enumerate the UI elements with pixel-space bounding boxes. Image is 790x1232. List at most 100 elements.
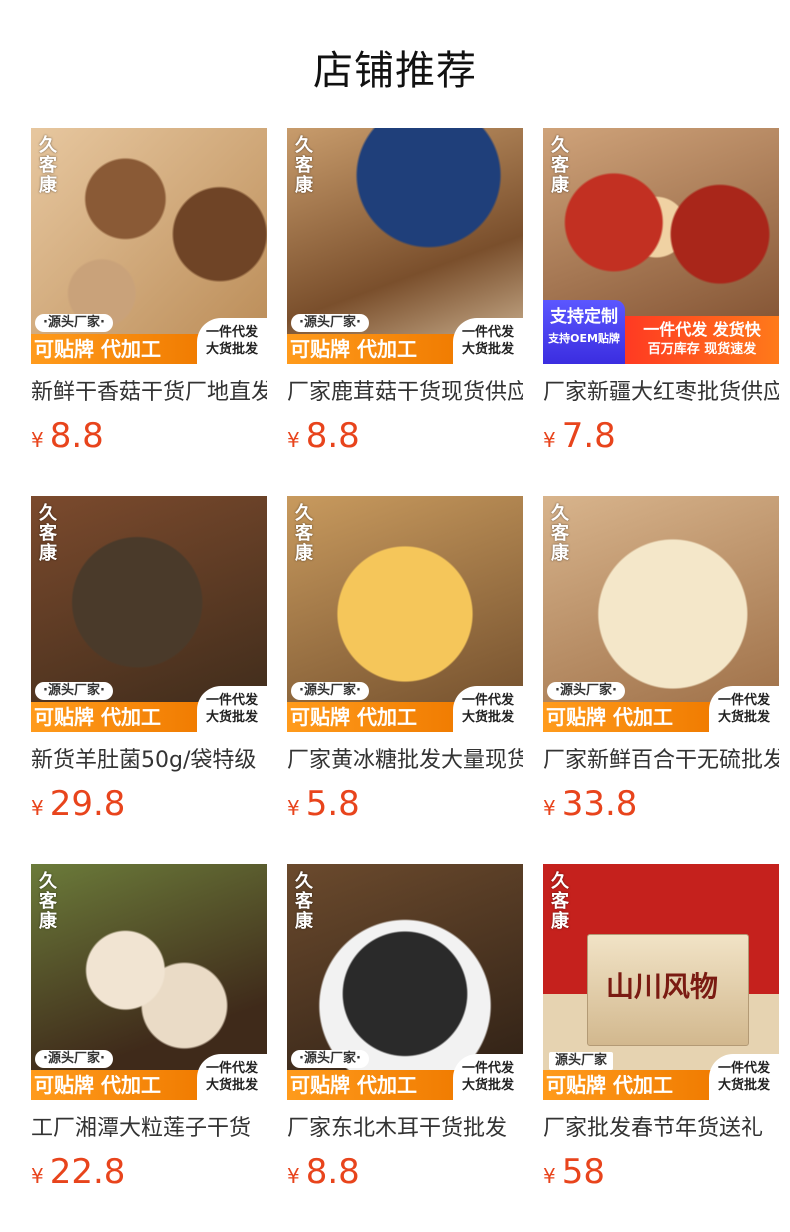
product-card[interactable]: 久客康 ·源头厂家· 可贴牌 代加工 一件代发 大货批发 工厂湘潭大粒莲子干货 ¥… [31, 864, 267, 1198]
custom-oem-badge: 支持定制 支持OEM贴牌 [543, 300, 625, 364]
oem-label: 可贴牌 代加工 [287, 1070, 462, 1100]
brand-logo: 久客康 [39, 871, 57, 932]
product-image[interactable]: 久客康 ·源头厂家· 可贴牌 代加工 一件代发 大货批发 [31, 496, 267, 732]
brand-logo: 久客康 [551, 871, 569, 932]
brand-logo: 久客康 [295, 503, 313, 564]
product-card[interactable]: 山川风物 久客康 源头厂家 可贴牌 代加工 一件代发 大货批发 厂家批发春节年货送… [543, 864, 779, 1198]
price-value: 7.8 [561, 416, 616, 456]
oem-label: 可贴牌 代加工 [31, 702, 206, 732]
source-factory-tag: ·源头厂家· [291, 314, 369, 332]
product-title[interactable]: 新货羊肚菌50g/袋特级 [31, 746, 267, 776]
product-title[interactable]: 厂家鹿茸菇干货现货供应 [287, 378, 523, 408]
price-value: 33.8 [561, 784, 638, 824]
oem-label: 可贴牌 代加工 [287, 702, 462, 732]
product-price: ¥7.8 [543, 416, 779, 462]
source-factory-tag: ·源头厂家· [35, 682, 113, 700]
product-title[interactable]: 新鲜干香菇干货厂地直发 [31, 378, 267, 408]
promo-band: ·源头厂家· 可贴牌 代加工 一件代发 大货批发 [287, 682, 523, 732]
source-factory-tag: ·源头厂家· [291, 682, 369, 700]
product-title[interactable]: 厂家新疆大红枣批货供应 [543, 378, 779, 408]
promo-band: ·源头厂家· 可贴牌 代加工 一件代发 大货批发 [31, 314, 267, 364]
oem-label: 可贴牌 代加工 [543, 702, 718, 732]
currency-symbol: ¥ [287, 428, 300, 452]
product-price: ¥5.8 [287, 784, 523, 830]
oem-label: 可贴牌 代加工 [31, 1070, 206, 1100]
brand-logo: 久客康 [295, 135, 313, 196]
product-image[interactable]: 久客康 ·源头厂家· 可贴牌 代加工 一件代发 大货批发 [287, 496, 523, 732]
product-image[interactable]: 久客康 ·源头厂家· 可贴牌 代加工 一件代发 大货批发 [287, 864, 523, 1100]
source-factory-tag: ·源头厂家· [35, 1050, 113, 1068]
currency-symbol: ¥ [31, 796, 44, 820]
promo-band: ·源头厂家· 可贴牌 代加工 一件代发 大货批发 [287, 1050, 523, 1100]
product-price: ¥8.8 [31, 416, 267, 462]
product-price: ¥22.8 [31, 1152, 267, 1198]
dropship-badge: 一件代发 大货批发 [453, 686, 523, 732]
currency-symbol: ¥ [31, 428, 44, 452]
source-factory-tag: ·源头厂家· [291, 1050, 369, 1068]
source-factory-tag: ·源头厂家· [547, 682, 625, 700]
promo-band: ·源头厂家· 可贴牌 代加工 一件代发 大货批发 [287, 314, 523, 364]
product-card[interactable]: 久客康 支持定制 支持OEM贴牌 一件代发 发货快 百万库存 现货速发 厂家新疆… [543, 128, 779, 462]
product-image[interactable]: 久客康 ·源头厂家· 可贴牌 代加工 一件代发 大货批发 [31, 864, 267, 1100]
product-card[interactable]: 久客康 ·源头厂家· 可贴牌 代加工 一件代发 大货批发 厂家新鲜百合干无硫批发 … [543, 496, 779, 830]
product-card[interactable]: 久客康 ·源头厂家· 可贴牌 代加工 一件代发 大货批发 厂家黄冰糖批发大量现货 … [287, 496, 523, 830]
price-value: 29.8 [49, 784, 126, 824]
product-card[interactable]: 久客康 ·源头厂家· 可贴牌 代加工 一件代发 大货批发 新货羊肚菌50g/袋特级… [31, 496, 267, 830]
dropship-badge: 一件代发 大货批发 [453, 1054, 523, 1100]
currency-symbol: ¥ [543, 796, 556, 820]
product-card[interactable]: 久客康 ·源头厂家· 可贴牌 代加工 一件代发 大货批发 厂家鹿茸菇干货现货供应 … [287, 128, 523, 462]
price-value: 8.8 [49, 416, 104, 456]
product-title[interactable]: 厂家东北木耳干货批发 [287, 1114, 523, 1144]
brand-logo: 久客康 [551, 135, 569, 196]
product-image[interactable]: 久客康 ·源头厂家· 可贴牌 代加工 一件代发 大货批发 [287, 128, 523, 364]
promo-band: ·源头厂家· 可贴牌 代加工 一件代发 大货批发 [31, 1050, 267, 1100]
promo-band: 源头厂家 可贴牌 代加工 一件代发 大货批发 [543, 1050, 779, 1100]
fast-shipping-badge: 一件代发 发货快 百万库存 现货速发 [625, 316, 779, 364]
currency-symbol: ¥ [543, 428, 556, 452]
product-image[interactable]: 久客康 ·源头厂家· 可贴牌 代加工 一件代发 大货批发 [543, 496, 779, 732]
product-card[interactable]: 久客康 ·源头厂家· 可贴牌 代加工 一件代发 大货批发 厂家东北木耳干货批发 ¥… [287, 864, 523, 1198]
product-image[interactable]: 久客康 ·源头厂家· 可贴牌 代加工 一件代发 大货批发 [31, 128, 267, 364]
product-grid: 久客康 ·源头厂家· 可贴牌 代加工 一件代发 大货批发 新鲜干香菇干货厂地直发 … [0, 0, 790, 1232]
oem-label: 可贴牌 代加工 [287, 334, 462, 364]
product-title[interactable]: 厂家黄冰糖批发大量现货 [287, 746, 523, 776]
currency-symbol: ¥ [543, 1164, 556, 1188]
price-value: 8.8 [305, 416, 360, 456]
currency-symbol: ¥ [287, 1164, 300, 1188]
currency-symbol: ¥ [287, 796, 300, 820]
product-card[interactable]: 久客康 ·源头厂家· 可贴牌 代加工 一件代发 大货批发 新鲜干香菇干货厂地直发 … [31, 128, 267, 462]
product-price: ¥8.8 [287, 1152, 523, 1198]
dropship-badge: 一件代发 大货批发 [709, 686, 779, 732]
oem-label: 可贴牌 代加工 [31, 334, 206, 364]
brand-logo: 久客康 [39, 503, 57, 564]
gift-box-label: 山川风物 [606, 970, 719, 1003]
product-image[interactable]: 山川风物 久客康 源头厂家 可贴牌 代加工 一件代发 大货批发 [543, 864, 779, 1100]
dropship-badge: 一件代发 大货批发 [453, 318, 523, 364]
product-price: ¥33.8 [543, 784, 779, 830]
brand-logo: 久客康 [295, 871, 313, 932]
product-price: ¥29.8 [31, 784, 267, 830]
currency-symbol: ¥ [31, 1164, 44, 1188]
dropship-badge: 一件代发 大货批发 [197, 318, 267, 364]
product-price: ¥8.8 [287, 416, 523, 462]
brand-logo: 久客康 [551, 503, 569, 564]
price-value: 5.8 [305, 784, 360, 824]
dropship-badge: 一件代发 大货批发 [197, 1054, 267, 1100]
oem-label: 可贴牌 代加工 [543, 1070, 718, 1100]
product-title[interactable]: 厂家批发春节年货送礼 [543, 1114, 779, 1144]
source-factory-tag: ·源头厂家· [35, 314, 113, 332]
product-image[interactable]: 久客康 支持定制 支持OEM贴牌 一件代发 发货快 百万库存 现货速发 [543, 128, 779, 364]
promo-band: ·源头厂家· 可贴牌 代加工 一件代发 大货批发 [543, 682, 779, 732]
gift-box: 山川风物 [587, 934, 749, 1046]
price-value: 8.8 [305, 1152, 360, 1192]
product-title[interactable]: 厂家新鲜百合干无硫批发 [543, 746, 779, 776]
promo-band: ·源头厂家· 可贴牌 代加工 一件代发 大货批发 [31, 682, 267, 732]
product-title[interactable]: 工厂湘潭大粒莲子干货 [31, 1114, 267, 1144]
price-value: 22.8 [49, 1152, 126, 1192]
brand-logo: 久客康 [39, 135, 57, 196]
price-value: 58 [561, 1152, 605, 1192]
dropship-badge: 一件代发 大货批发 [197, 686, 267, 732]
dropship-badge: 一件代发 大货批发 [709, 1054, 779, 1100]
product-price: ¥58 [543, 1152, 779, 1198]
source-factory-tag: 源头厂家 [549, 1052, 614, 1070]
